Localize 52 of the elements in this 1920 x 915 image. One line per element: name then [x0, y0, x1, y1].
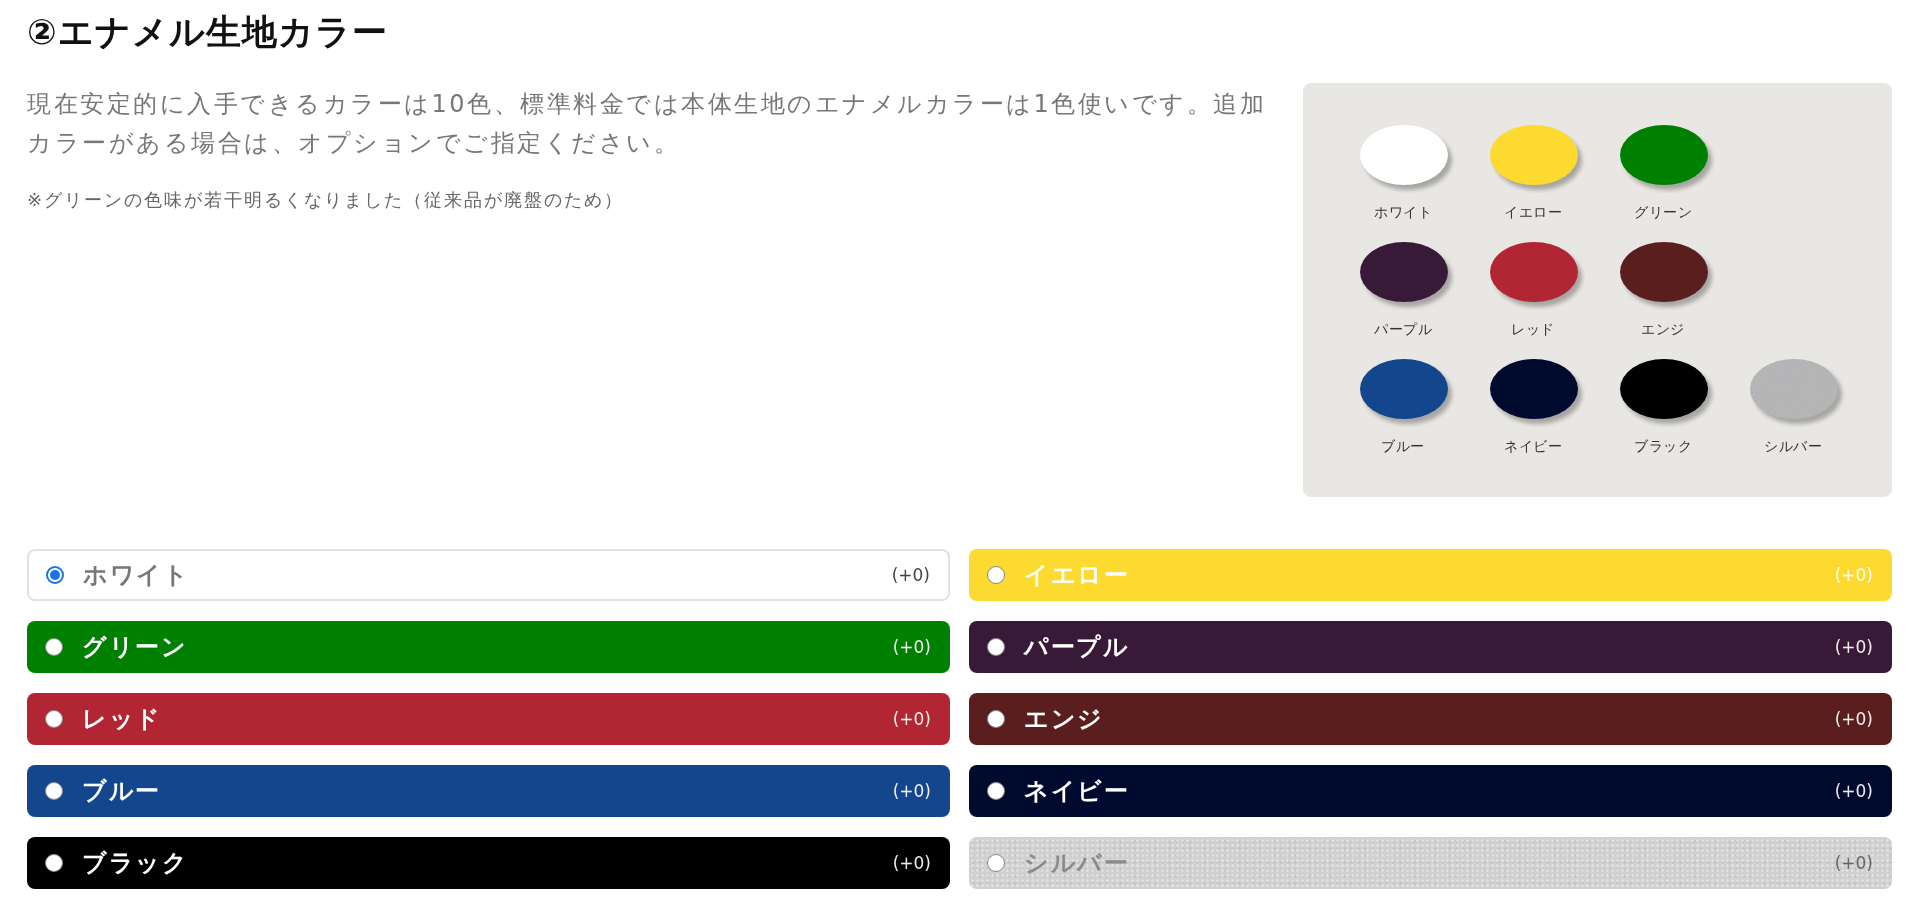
description-text: 現在安定的に入手できるカラーは10色、標準料金では本体生地のエナメルカラーは1色使いです。追加カラーがある場合は、オプションでご指定ください。 [27, 89, 1268, 159]
radio-button[interactable] [987, 854, 1005, 872]
swatch-label: ホワイト [1374, 203, 1432, 221]
option-label: レッド [82, 704, 163, 735]
radio-button[interactable] [45, 854, 63, 872]
color-option[interactable]: パープル (+0) [969, 621, 1892, 673]
price-text: (+0) [1834, 709, 1873, 729]
swatch-label: エンジ [1641, 320, 1685, 338]
radio-button[interactable] [45, 782, 63, 800]
price-text: (+0) [892, 637, 931, 657]
price-text: (+0) [892, 781, 931, 801]
price-text: (+0) [1834, 853, 1873, 873]
option-label: ホワイト [83, 560, 190, 591]
color-option[interactable]: ネイビー (+0) [969, 765, 1892, 817]
radio-button[interactable] [45, 710, 63, 728]
color-option[interactable]: ブルー (+0) [27, 765, 950, 817]
radio-button[interactable] [46, 566, 64, 584]
option-label: ネイビー [1024, 776, 1130, 807]
radio-button[interactable] [987, 638, 1005, 656]
section-title: ②エナメル生地カラー [27, 11, 389, 54]
color-option[interactable]: エンジ (+0) [969, 693, 1892, 745]
swatch-label: グリーン [1634, 203, 1692, 221]
color-option[interactable]: ブラック (+0) [27, 837, 950, 889]
color-option[interactable]: レッド (+0) [27, 693, 950, 745]
color-option[interactable]: シルバー (+0) [969, 837, 1892, 889]
price-text: (+0) [1834, 565, 1873, 585]
swatch-label: パープル [1374, 320, 1432, 338]
swatch-label: ネイビー [1504, 437, 1562, 455]
option-label: ブルー [82, 776, 162, 807]
option-label: グリーン [82, 632, 188, 663]
swatch-label: レッド [1511, 320, 1555, 338]
price-text: (+0) [892, 709, 931, 729]
price-text: (+0) [891, 565, 930, 585]
option-label: エンジ [1024, 704, 1105, 735]
price-text: (+0) [1834, 637, 1873, 657]
option-label: イエロー [1024, 560, 1130, 591]
swatch-label: シルバー [1764, 437, 1822, 455]
swatch-label: イエロー [1504, 203, 1562, 221]
option-label: ブラック [82, 848, 189, 879]
price-text: (+0) [1834, 781, 1873, 801]
swatch-label: ブルー [1381, 437, 1425, 455]
note-text: ※グリーンの色味が若干明るくなりました（従来品が廃盤のため） [27, 188, 626, 212]
color-option[interactable]: ホワイト (+0) [27, 549, 950, 601]
price-text: (+0) [892, 853, 931, 873]
radio-button[interactable] [45, 638, 63, 656]
swatch-label: ブラック [1634, 437, 1692, 455]
radio-button[interactable] [987, 782, 1005, 800]
option-label: シルバー [1024, 848, 1130, 879]
radio-button[interactable] [987, 710, 1005, 728]
color-option[interactable]: グリーン (+0) [27, 621, 950, 673]
radio-button[interactable] [987, 566, 1005, 584]
option-label: パープル [1024, 632, 1130, 663]
